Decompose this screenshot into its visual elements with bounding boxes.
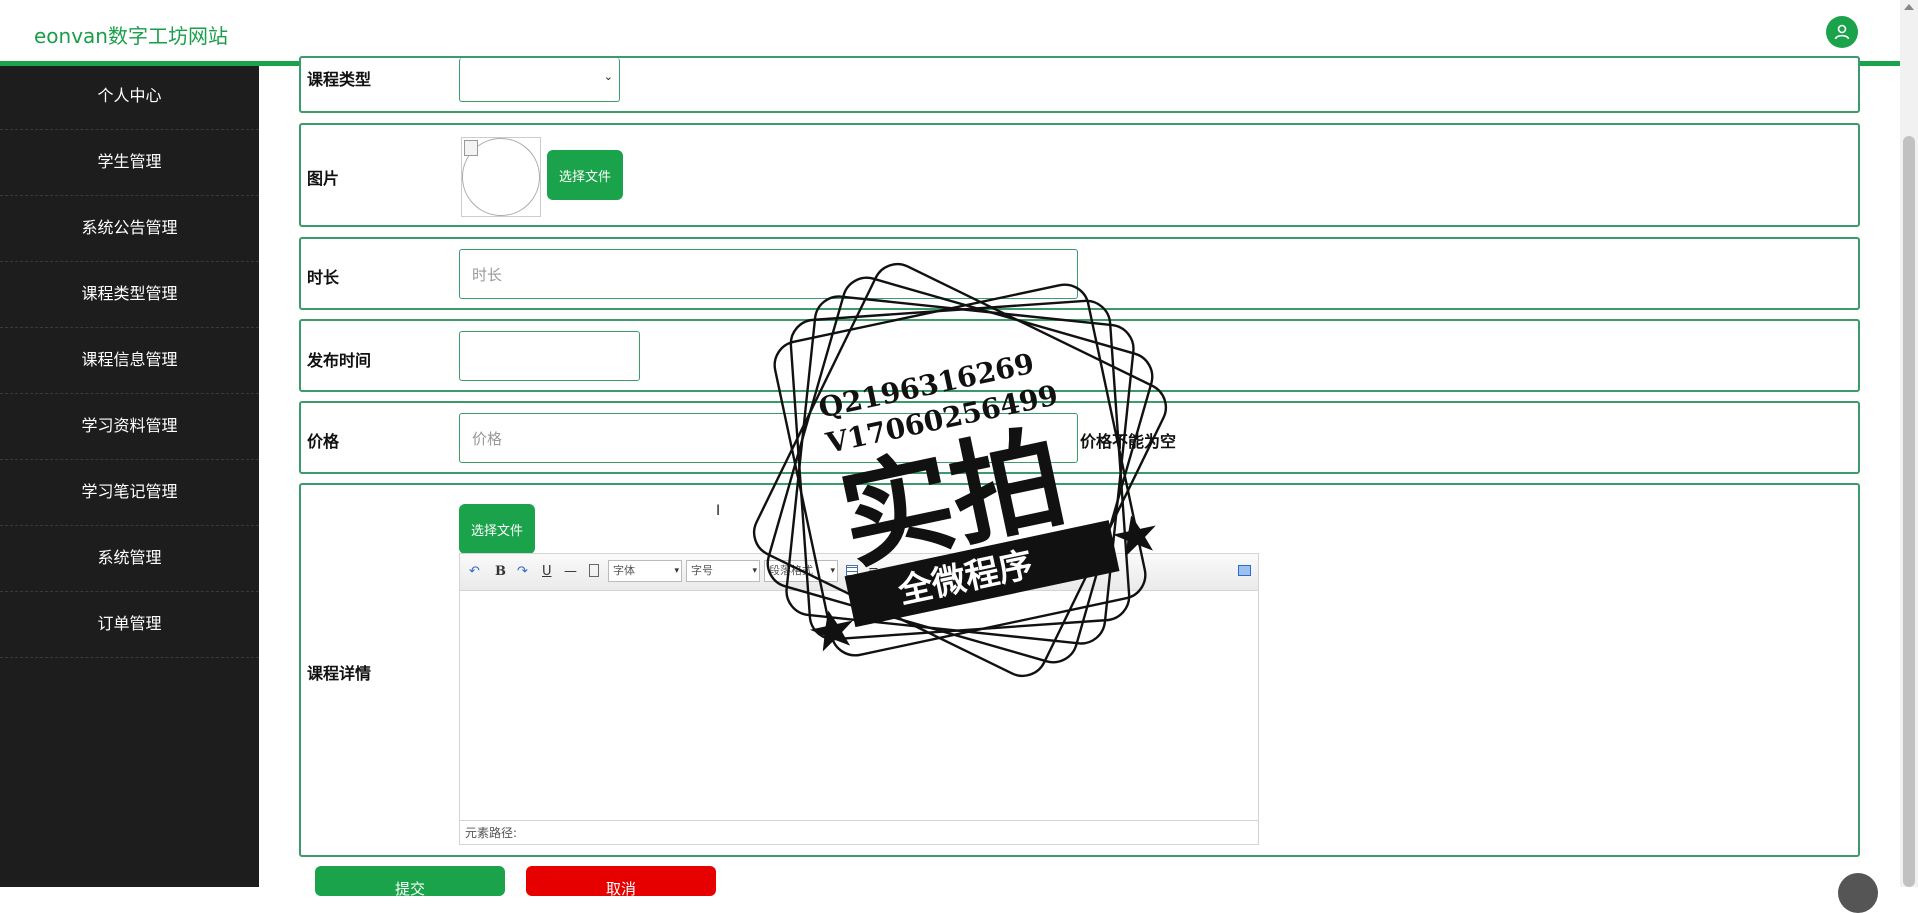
chevron-down-icon: ⌄ bbox=[603, 70, 613, 83]
font-size-select[interactable]: 字号 bbox=[686, 560, 760, 582]
table-icon[interactable] bbox=[846, 565, 858, 576]
site-brand[interactable]: eonvan数字工坊网站 bbox=[34, 20, 228, 49]
publish-time-label: 发布时间 bbox=[307, 351, 372, 370]
page-icon[interactable] bbox=[589, 564, 599, 577]
text-cursor-icon: I bbox=[716, 503, 721, 519]
sidebar: 个人中心 学生管理 系统公告管理 课程类型管理 课程信息管理 学习资料管理 学习… bbox=[0, 66, 259, 887]
course-type-label: 课程类型 bbox=[307, 70, 372, 89]
bold-icon[interactable]: B bbox=[495, 564, 506, 579]
scroll-up-arrow-icon[interactable] bbox=[1904, 4, 1914, 10]
scrollbar-thumb[interactable] bbox=[1903, 136, 1915, 887]
broken-image-icon bbox=[464, 140, 478, 156]
rich-text-editor: ↶ B ↷ U — 字体 字号 段落格式 ≡ 元素路径: bbox=[459, 553, 1259, 845]
editor-status-bar: 元素路径: bbox=[460, 820, 1258, 844]
sidebar-item-announcement-management[interactable]: 系统公告管理 bbox=[0, 196, 259, 262]
sidebar-item-student-management[interactable]: 学生管理 bbox=[0, 130, 259, 196]
course-type-row: 课程类型 ⌄ bbox=[299, 56, 1860, 113]
back-to-top-button[interactable] bbox=[1838, 873, 1878, 913]
sidebar-item-system-management[interactable]: 系统管理 bbox=[0, 526, 259, 592]
sidebar-item-course-type-management[interactable]: 课程类型管理 bbox=[0, 262, 259, 328]
underline-icon[interactable]: U bbox=[542, 564, 552, 579]
image-label: 图片 bbox=[307, 169, 340, 188]
price-error-message: 价格不能为空 bbox=[1080, 432, 1177, 451]
user-icon bbox=[1834, 24, 1850, 40]
cancel-button[interactable]: 取消 bbox=[526, 866, 716, 898]
course-type-select[interactable]: ⌄ bbox=[459, 58, 620, 102]
redo-icon[interactable]: ↷ bbox=[517, 564, 528, 579]
undo-icon[interactable]: ↶ bbox=[469, 564, 480, 579]
align-left-icon[interactable]: ≡ bbox=[868, 564, 879, 579]
horizontal-rule-icon[interactable]: — bbox=[564, 564, 577, 579]
publish-time-input[interactable] bbox=[459, 331, 640, 381]
fullscreen-icon[interactable] bbox=[1238, 565, 1251, 576]
editor-toolbar: ↶ B ↷ U — 字体 字号 段落格式 ≡ bbox=[460, 554, 1258, 591]
image-row: 图片 选择文件 bbox=[299, 123, 1860, 227]
user-avatar-button[interactable] bbox=[1826, 16, 1858, 48]
price-input[interactable]: 价格 bbox=[459, 413, 1078, 463]
duration-row: 时长 时长 bbox=[299, 237, 1860, 310]
image-upload-button[interactable]: 选择文件 bbox=[547, 150, 623, 200]
price-row: 价格 价格 价格不能为空 bbox=[299, 401, 1860, 474]
sidebar-item-course-info-management[interactable]: 课程信息管理 bbox=[0, 328, 259, 394]
details-upload-button[interactable]: 选择文件 bbox=[459, 504, 535, 554]
price-label: 价格 bbox=[307, 432, 340, 451]
sidebar-item-order-management[interactable]: 订单管理 bbox=[0, 592, 259, 658]
submit-button[interactable]: 提交 bbox=[315, 866, 505, 898]
paragraph-format-select[interactable]: 段落格式 bbox=[764, 560, 838, 582]
font-family-select[interactable]: 字体 bbox=[608, 560, 682, 582]
sidebar-item-personal-center[interactable]: 个人中心 bbox=[0, 66, 259, 130]
duration-input[interactable]: 时长 bbox=[459, 249, 1078, 299]
sidebar-item-material-management[interactable]: 学习资料管理 bbox=[0, 394, 259, 460]
course-details-label: 课程详情 bbox=[307, 664, 372, 683]
duration-label: 时长 bbox=[307, 268, 340, 287]
publish-time-row: 发布时间 bbox=[299, 319, 1860, 392]
sidebar-item-notes-management[interactable]: 学习笔记管理 bbox=[0, 460, 259, 526]
image-preview bbox=[461, 137, 541, 217]
